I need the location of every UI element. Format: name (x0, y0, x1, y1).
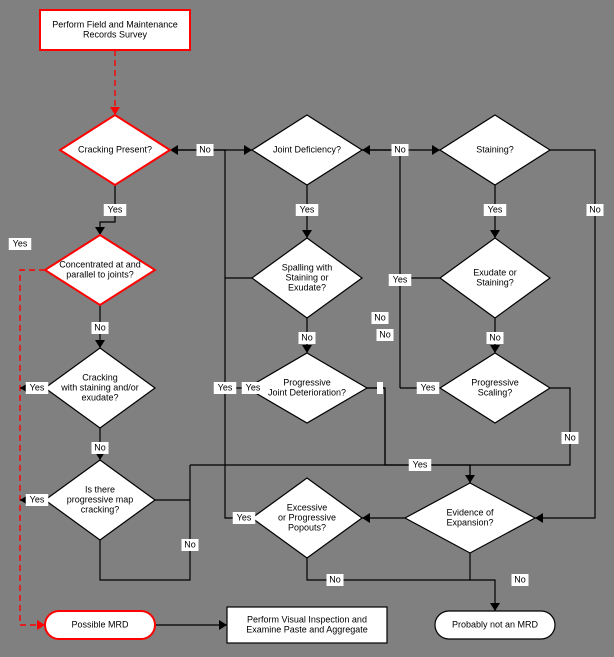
node-label-evidenceExpansion: Evidence of (446, 507, 494, 517)
edge-label: Yes (421, 382, 436, 392)
edge-label: No (199, 144, 211, 154)
edge-label: No (489, 332, 501, 342)
node-label-excessivePopouts: Popouts? (288, 522, 326, 532)
edge-label: No (564, 432, 576, 442)
node-label-start: Perform Field and Maintenance (52, 19, 178, 29)
node-label-progressiveScaling: Progressive (471, 377, 519, 387)
node-label-performVisual: Examine Paste and Aggregate (246, 624, 368, 634)
node-label-progressiveJoint: Progressive (283, 377, 331, 387)
node-label-jointDeficiency: Joint Deficiency? (273, 144, 341, 154)
edge-label: No (374, 312, 386, 322)
edge-label: Yes (30, 382, 45, 392)
node-label-possibleMRD: Possible MRD (71, 619, 129, 629)
edge-label: No (589, 204, 601, 214)
node-label-progressiveJoint: Joint Deterioration? (268, 387, 346, 397)
edge-label: No (394, 144, 406, 154)
node-label-crackingWithStaining: exudate? (81, 392, 118, 402)
edge-label: No (94, 442, 106, 452)
node-label-concentrated: parallel to joints? (66, 269, 134, 279)
node-label-excessivePopouts: Excessive (287, 502, 328, 512)
node-label-isThereMap: Is there (85, 484, 115, 494)
node-label-isThereMap: cracking? (81, 504, 120, 514)
node-label-performVisual: Perform Visual Inspection and (247, 614, 367, 624)
node-label-evidenceExpansion: Expansion? (446, 517, 493, 527)
edge-label: No (184, 539, 196, 549)
edge-label: Yes (393, 274, 408, 284)
edge-label: Yes (246, 382, 261, 392)
node-label-progressiveScaling: Scaling? (478, 387, 513, 397)
edge-label: Yes (237, 512, 252, 522)
node-label-probablyNot: Probably not an MRD (452, 619, 539, 629)
edge-label: Yes (218, 382, 233, 392)
node-label-spallingWith: Staining or (285, 272, 328, 282)
edge-label: Yes (13, 238, 28, 248)
edge-label: No (379, 329, 391, 339)
node-label-spallingWith: Spalling with (282, 262, 333, 272)
edge-label: No (94, 322, 106, 332)
node-label-crackingPresent: Cracking Present? (78, 144, 152, 154)
edge-label: Yes (488, 204, 503, 214)
node-label-exudateOrStaining: Staining? (476, 277, 514, 287)
edge-label: Yes (413, 459, 428, 469)
edge-label: No (329, 574, 341, 584)
node-label-spallingWith: Exudate? (288, 282, 326, 292)
flowchart: Perform Field and MaintenanceRecords Sur… (0, 0, 614, 657)
node-label-start: Records Survey (83, 29, 148, 39)
node-label-concentrated: Concentrated at and (59, 259, 141, 269)
node-label-isThereMap: progressive map (67, 494, 134, 504)
node-label-excessivePopouts: or Progressive (278, 512, 336, 522)
node-label-exudateOrStaining: Exudate or (473, 267, 517, 277)
node-label-staining: Staining? (476, 144, 514, 154)
node-label-crackingWithStaining: with staining and/or (60, 382, 139, 392)
edge-label: Yes (300, 204, 315, 214)
edge-label: Yes (108, 204, 123, 214)
edge-label: No (514, 574, 526, 584)
edge-label: No (301, 332, 313, 342)
edge-label: Yes (30, 494, 45, 504)
node-label-crackingWithStaining: Cracking (82, 372, 118, 382)
